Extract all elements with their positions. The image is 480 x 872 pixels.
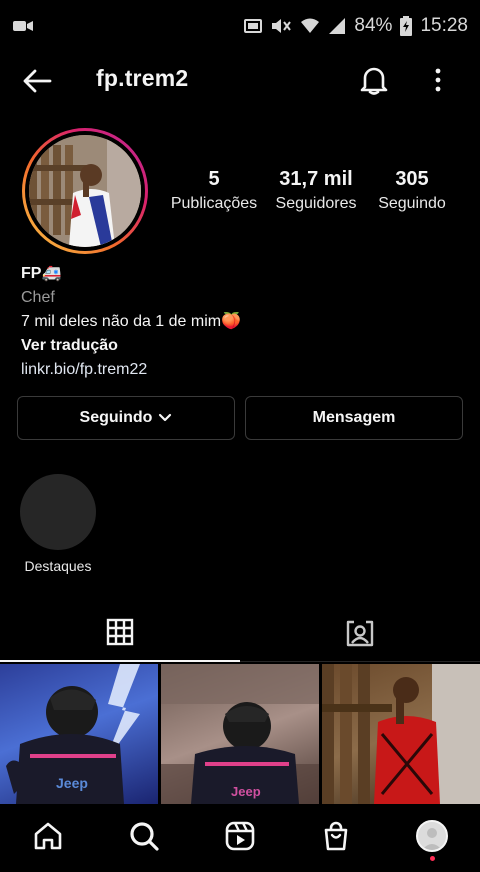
cast-icon bbox=[244, 18, 263, 34]
back-arrow-icon bbox=[23, 69, 52, 93]
page-title: fp.trem2 bbox=[96, 65, 189, 91]
bottom-navigation bbox=[0, 804, 480, 872]
svg-text:Jeep: Jeep bbox=[231, 784, 261, 799]
notification-dot bbox=[430, 856, 435, 861]
posts-grid: Jeep Jeep bbox=[0, 664, 480, 804]
more-options-button[interactable] bbox=[424, 62, 452, 98]
post-thumbnail[interactable] bbox=[322, 664, 480, 804]
highlight-label: Destaques bbox=[24, 558, 92, 574]
profile-tabs bbox=[0, 604, 480, 662]
back-button[interactable] bbox=[20, 64, 54, 98]
stat-posts[interactable]: 5 Publicações bbox=[166, 168, 262, 214]
message-button-label: Mensagem bbox=[312, 409, 396, 426]
profile-bio: FP🚑 Chef 7 mil deles não da 1 de mim🍑 Ve… bbox=[21, 262, 461, 382]
following-count: 305 bbox=[395, 168, 429, 190]
tagged-icon bbox=[346, 620, 374, 646]
wifi-icon bbox=[300, 17, 320, 35]
bell-icon bbox=[360, 67, 388, 95]
reels-icon bbox=[225, 821, 255, 851]
following-label: Seguindo bbox=[378, 195, 446, 212]
bio-website-link[interactable]: linkr.bio/fp.trem22 bbox=[21, 358, 461, 382]
svg-text:Jeep: Jeep bbox=[56, 775, 88, 791]
nav-shop[interactable] bbox=[316, 816, 356, 856]
home-icon bbox=[34, 822, 62, 850]
mute-icon bbox=[270, 17, 292, 35]
grid-icon bbox=[106, 618, 134, 646]
following-button[interactable]: Seguindo bbox=[17, 396, 235, 440]
profile-category: Chef bbox=[21, 289, 55, 306]
battery-icon bbox=[400, 16, 413, 36]
profile-avatar-icon bbox=[416, 820, 448, 852]
profile-header: fp.trem2 bbox=[0, 52, 480, 108]
post-thumbnail[interactable]: Jeep bbox=[161, 664, 319, 804]
video-camera-icon bbox=[12, 18, 34, 34]
avatar-photo bbox=[29, 135, 141, 247]
bio-text: 7 mil deles não da 1 de mim🍑 bbox=[21, 313, 242, 330]
followers-label: Seguidores bbox=[275, 195, 357, 212]
status-left bbox=[12, 18, 34, 34]
posts-label: Publicações bbox=[170, 195, 258, 212]
tab-posts-grid[interactable] bbox=[0, 604, 240, 662]
notifications-button[interactable] bbox=[356, 62, 392, 98]
profile-avatar[interactable] bbox=[22, 128, 148, 254]
status-time: 15:28 bbox=[420, 15, 468, 36]
following-button-label: Seguindo bbox=[79, 409, 153, 426]
message-button[interactable]: Mensagem bbox=[245, 396, 463, 440]
tab-tagged[interactable] bbox=[240, 604, 480, 662]
nav-profile[interactable] bbox=[412, 816, 452, 856]
signal-icon bbox=[328, 17, 346, 35]
profile-stats: 5 Publicações 31,7 mil Seguidores 305 Se… bbox=[160, 168, 470, 228]
battery-percent: 84% bbox=[354, 15, 393, 36]
post-thumbnail[interactable]: Jeep bbox=[0, 664, 158, 804]
avatar-border bbox=[25, 131, 145, 251]
stat-followers[interactable]: 31,7 mil Seguidores bbox=[268, 168, 364, 214]
more-vertical-icon bbox=[435, 68, 441, 92]
highlight-circle[interactable] bbox=[20, 474, 96, 550]
chevron-down-icon bbox=[159, 413, 172, 422]
stat-following[interactable]: 305 Seguindo bbox=[374, 168, 450, 214]
status-right: 84% 15:28 bbox=[244, 15, 468, 37]
nav-reels[interactable] bbox=[220, 816, 260, 856]
followers-count: 31,7 mil bbox=[279, 168, 353, 190]
see-translation-link[interactable]: Ver tradução bbox=[21, 334, 461, 358]
nav-home[interactable] bbox=[28, 816, 68, 856]
nav-search[interactable] bbox=[124, 816, 164, 856]
shop-icon bbox=[324, 821, 348, 851]
search-icon bbox=[130, 822, 159, 851]
posts-count: 5 bbox=[208, 168, 220, 190]
status-bar: 84% 15:28 bbox=[0, 0, 480, 52]
profile-name: FP🚑 bbox=[21, 265, 62, 282]
